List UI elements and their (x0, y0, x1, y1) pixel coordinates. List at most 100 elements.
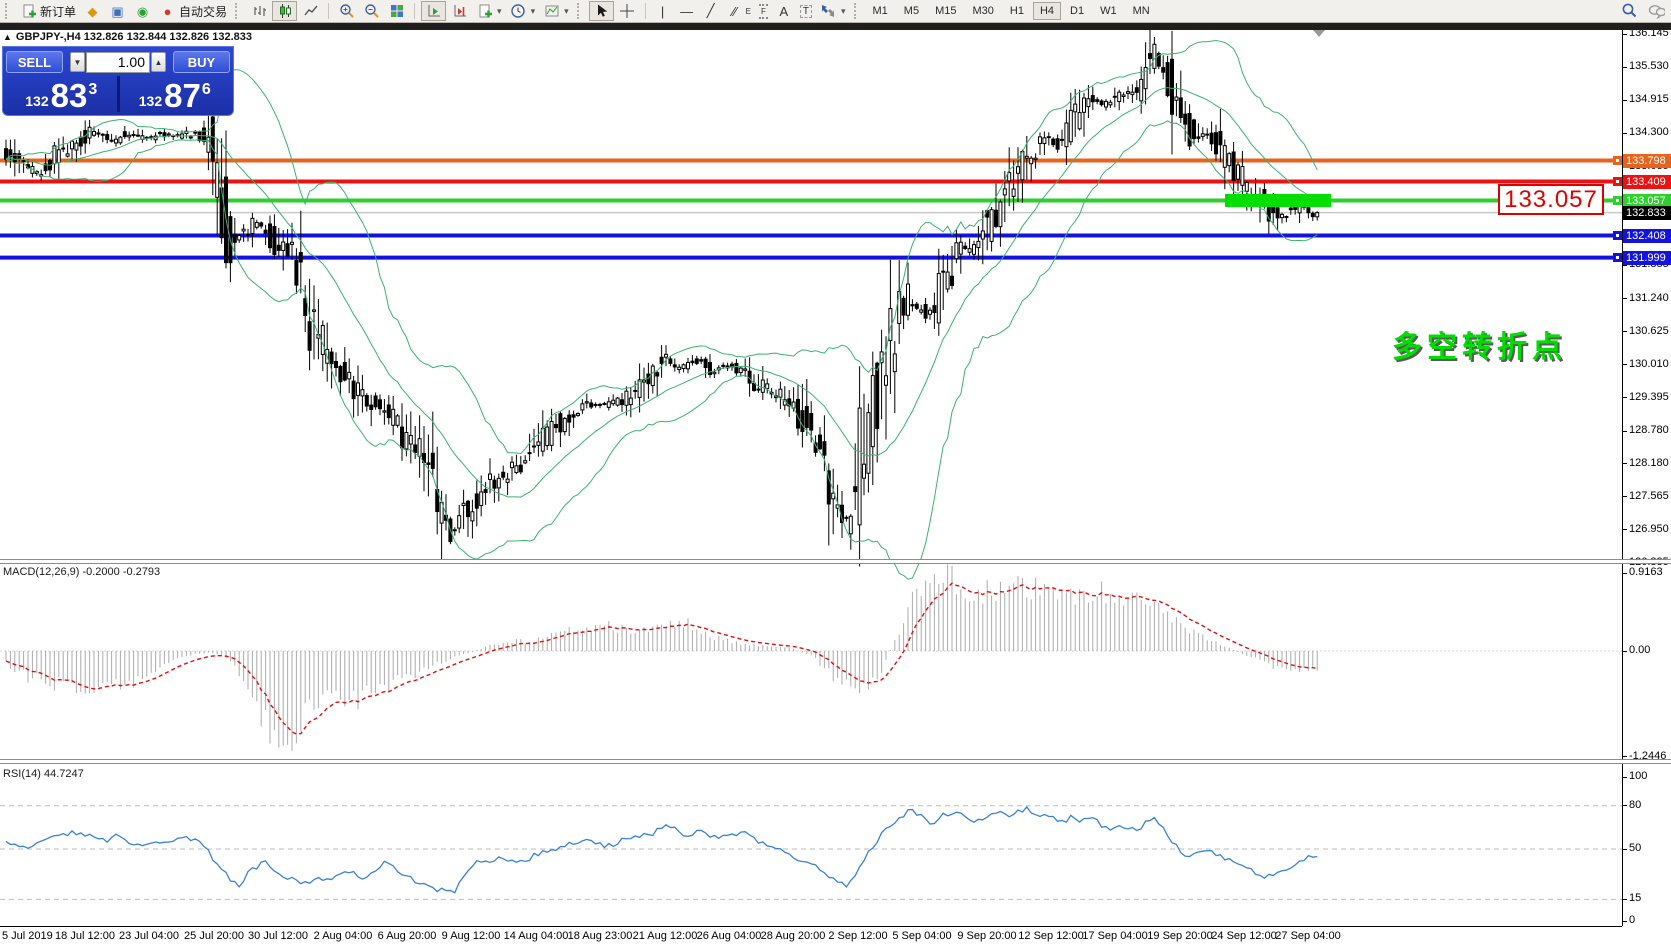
timeframe-w1[interactable]: W1 (1093, 2, 1124, 20)
level-anchor-marker (1613, 253, 1622, 262)
signals-button[interactable]: ◉ (131, 1, 154, 21)
toolbar-grip[interactable] (5, 3, 12, 19)
label-tool-icon: T (800, 5, 812, 18)
rsi-tick (1622, 849, 1627, 850)
dropdown-icon: ▾ (497, 6, 502, 17)
candlestick-chart-button[interactable] (272, 1, 297, 21)
time-axis-label: 18 Aug 23:00 (568, 930, 633, 942)
rsi-axis-label: 0 (1629, 914, 1635, 926)
mt4-window: { "toolbar": { "new_order_label": "新订单",… (0, 0, 1671, 947)
toolbar-grip[interactable] (235, 3, 242, 19)
price-annotation-box[interactable]: 133.057 (1498, 184, 1604, 215)
volume-input[interactable]: 1.00 (86, 52, 150, 73)
timeframe-h1[interactable]: H1 (1003, 2, 1031, 20)
time-axis-label: 5 Sep 04:00 (892, 930, 951, 942)
toolbar-grip[interactable] (854, 3, 861, 19)
sell-price-big: 83 (51, 81, 88, 111)
signals-icon: ◉ (134, 3, 151, 20)
macd-tick (1622, 756, 1627, 757)
buy-price[interactable]: 132 87 6 (120, 76, 231, 112)
timeframe-m1[interactable]: M1 (866, 2, 895, 20)
channel-tool[interactable]: ∕∕E (724, 1, 754, 21)
trendline-tool[interactable]: ╱ (700, 1, 722, 21)
label-tool[interactable]: T (797, 1, 815, 21)
channel-sub-label: E (746, 7, 751, 16)
rsi-tick (1622, 899, 1627, 900)
price-tick (1622, 67, 1627, 68)
channel-icon: ∕∕ (727, 4, 743, 19)
rsi-axis-label: 100 (1629, 770, 1647, 782)
vertical-line-tool[interactable]: | (652, 1, 674, 21)
sell-price-pip: 3 (88, 81, 97, 99)
level-anchor-marker (1613, 196, 1622, 205)
template-icon (543, 3, 560, 20)
macd-axis-label: 0.00 (1629, 644, 1650, 656)
auto-trading-button[interactable]: ● 自动交易 (156, 1, 230, 21)
indicators-button[interactable]: ▾ (473, 1, 505, 21)
panel-collapse-icon[interactable]: ▲ (3, 32, 12, 42)
new-order-button[interactable]: 新订单 (17, 1, 79, 21)
zoom-out-icon (363, 3, 380, 20)
auto-scroll-icon (425, 3, 442, 20)
cursor-arrow-icon (593, 3, 610, 20)
price-tick-label: 134.300 (1629, 126, 1669, 138)
price-level-badge: 133.798 (1623, 154, 1671, 168)
macd-axis-label: 0.9163 (1629, 566, 1663, 578)
chat-icon[interactable] (1648, 2, 1665, 19)
price-tick-label: 130.625 (1629, 325, 1669, 337)
auto-scroll-button[interactable] (421, 1, 446, 21)
chart-shift-button[interactable] (448, 1, 471, 21)
turning-point-annotation[interactable]: 多空转折点 (1392, 322, 1567, 366)
price-tick-label: 135.530 (1629, 60, 1669, 72)
price-tick (1622, 397, 1627, 398)
rsi-axis-label: 80 (1629, 799, 1641, 811)
timeframe-m15[interactable]: M15 (928, 2, 963, 20)
zoom-out-button[interactable] (360, 1, 383, 21)
rsi-tick (1622, 777, 1627, 778)
chart-profiles-button[interactable]: ▣ (106, 1, 129, 21)
panel-resize-handle[interactable] (0, 559, 1671, 564)
time-axis-label: 27 Sep 04:00 (1275, 930, 1340, 942)
crosshair-button[interactable] (616, 1, 639, 21)
horizontal-line-tool[interactable]: — (676, 1, 698, 21)
bar-chart-button[interactable] (247, 1, 270, 21)
buy-price-prefix: 132 (139, 91, 162, 111)
price-tick-label: 130.010 (1629, 358, 1669, 370)
fibonacci-tool[interactable]: F (756, 1, 771, 21)
sell-price[interactable]: 132 83 3 (6, 76, 117, 112)
volume-increase-button[interactable]: ▲ (151, 52, 166, 72)
timeframe-m5[interactable]: M5 (897, 2, 926, 20)
zoom-in-button[interactable] (335, 1, 358, 21)
market-watch-button[interactable]: ◆ (81, 1, 104, 21)
dropdown-icon: ▾ (841, 6, 846, 17)
sell-button[interactable]: SELL (6, 51, 63, 73)
chart-profiles-icon: ▣ (109, 3, 126, 20)
price-tick-label: 134.915 (1629, 93, 1669, 105)
chart-shift-icon (451, 3, 468, 20)
chart-window-top-strip (0, 23, 1671, 30)
cursor-button[interactable] (589, 1, 614, 21)
timeframe-h4[interactable]: H4 (1033, 2, 1061, 20)
text-tool[interactable]: A (773, 1, 795, 21)
timeframe-mn[interactable]: MN (1126, 2, 1157, 20)
timeframe-d1[interactable]: D1 (1063, 2, 1091, 20)
timeframe-m30[interactable]: M30 (965, 2, 1000, 20)
search-icon[interactable] (1621, 2, 1638, 19)
price-tick-label: 128.780 (1629, 424, 1669, 436)
price-tick (1622, 431, 1627, 432)
tile-windows-button[interactable] (385, 1, 408, 21)
toolbar-grip[interactable] (577, 3, 584, 19)
price-tick (1622, 133, 1627, 134)
level-anchor-marker (1613, 156, 1622, 165)
buy-button[interactable]: BUY (173, 51, 230, 73)
time-axis-label: 26 Aug 04:00 (697, 930, 762, 942)
shapes-tool[interactable]: ▾ (817, 1, 849, 21)
periods-button[interactable]: ▾ (507, 1, 539, 21)
panel-resize-handle[interactable] (0, 759, 1671, 764)
chart-ohlc-header: ▲ GBPJPY-,H4 132.826 132.844 132.826 132… (3, 31, 252, 43)
templates-button[interactable]: ▾ (540, 1, 572, 21)
line-chart-button[interactable] (299, 1, 322, 21)
volume-decrease-button[interactable]: ▼ (70, 52, 85, 72)
toolbar-separator (645, 3, 646, 19)
chart-canvas[interactable] (0, 0, 1671, 947)
